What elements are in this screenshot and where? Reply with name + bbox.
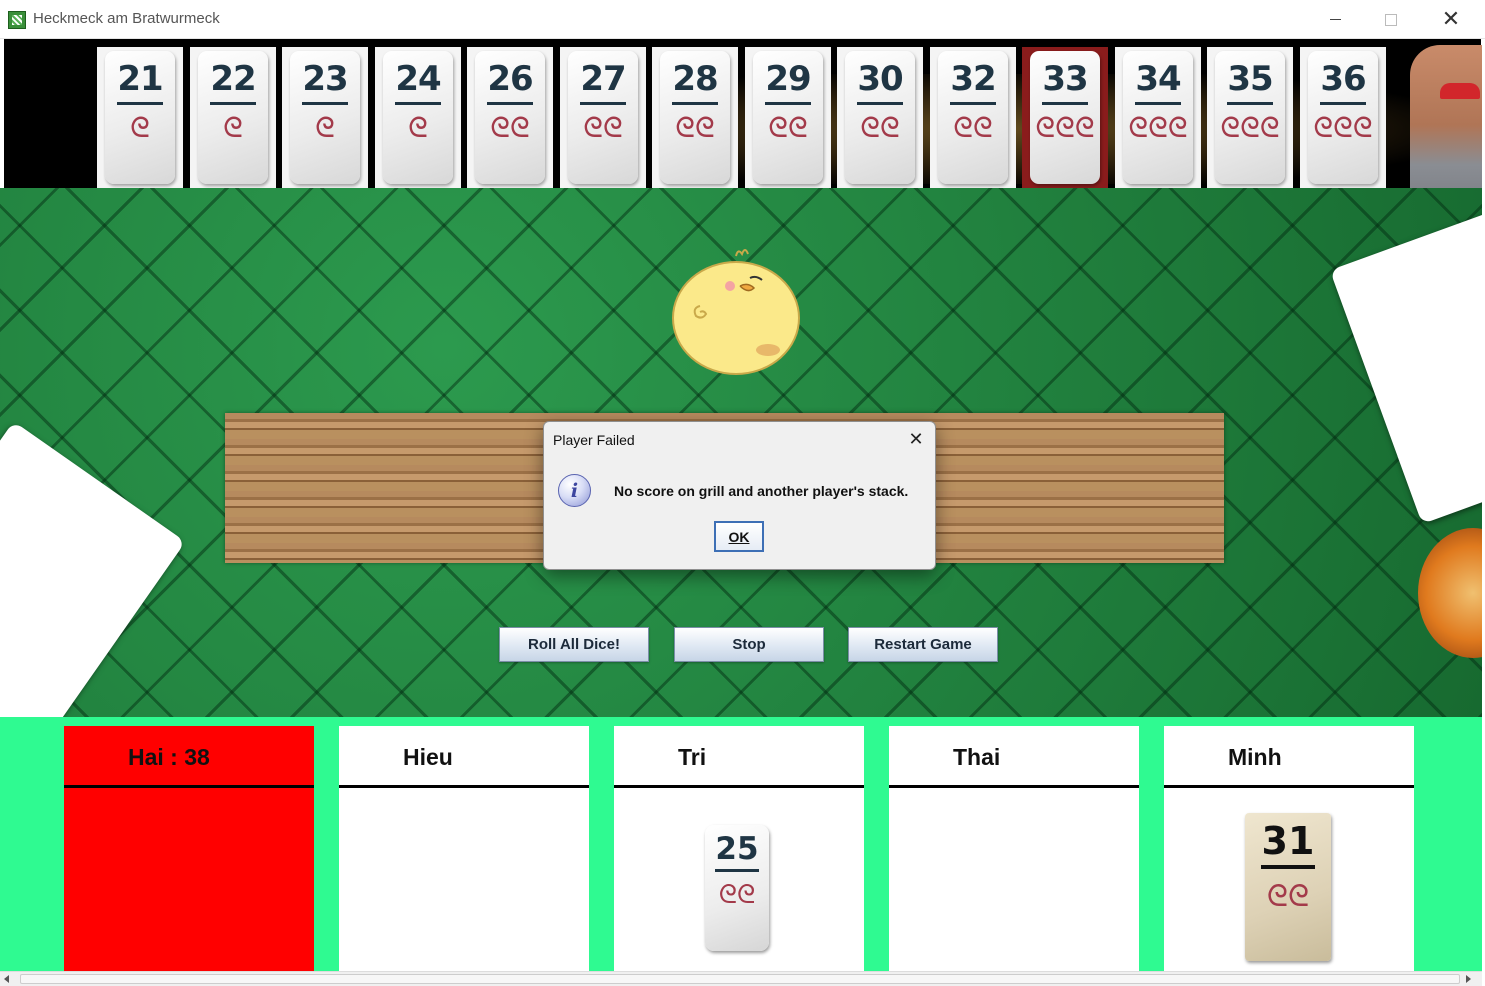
decorative-card [1329, 201, 1482, 525]
scrollbar-thumb[interactable] [20, 974, 1460, 984]
tile-number: 24 [395, 59, 441, 99]
tile-number: 33 [1042, 59, 1088, 99]
player-panel-hieu[interactable]: Hieu [339, 726, 589, 971]
dialog-title: Player Failed [553, 432, 635, 448]
worm-icon: ᘓ [223, 111, 243, 144]
worm-icon: ᘓᘓ [953, 111, 993, 144]
player-panel-thai[interactable]: Thai [889, 726, 1139, 971]
tile-number: 32 [950, 59, 996, 99]
rack-tile-35[interactable]: 35 ᘓᘓᘓ [1207, 47, 1293, 188]
player-header: Hieu [339, 726, 589, 788]
tile-number: 35 [1227, 59, 1273, 99]
worm-icon: ᘓᘓᘓ [1035, 111, 1095, 144]
rack-tile-29[interactable]: 29 ᘓᘓ [745, 47, 831, 188]
worm-icon: ᘓᘓ [768, 111, 808, 144]
player-name: Thai [953, 744, 1001, 770]
tile-number: 25 [715, 831, 759, 867]
rack-tile-33[interactable]: 33 ᘓᘓᘓ [1022, 47, 1108, 188]
players-area: Hai : 38 Hieu Tri 25 ᘓᘓ Thai Minh 31 ᘓᘓ [0, 717, 1482, 971]
ok-button-label: OK [728, 528, 750, 545]
worm-icon: ᘓ [315, 111, 335, 144]
chick-mascot-icon [672, 249, 800, 375]
worm-icon: ᘓᘓ [860, 111, 900, 144]
rack-tile-36[interactable]: 36 ᘓᘓᘓ [1300, 47, 1386, 188]
player-name: Hieu [403, 744, 453, 770]
rack-tile-26[interactable]: 26 ᘓᘓ [467, 47, 553, 188]
app-window: Heckmeck am Bratwurmeck ✕ 21 ᘓ 22 ᘓ 23 ᘓ 24… [0, 0, 1485, 986]
rack-tile-32[interactable]: 32 ᘓᘓ [930, 47, 1016, 188]
tile-number: 31 [1261, 819, 1315, 863]
worm-icon: ᘓᘓ [490, 111, 530, 144]
tile-number: 34 [1135, 59, 1181, 99]
tile-number: 26 [487, 59, 533, 99]
worm-icon: ᘓᘓ [583, 111, 623, 144]
roll-all-dice-button[interactable]: Roll All Dice! [499, 627, 649, 662]
ok-button[interactable]: OK [714, 521, 764, 552]
worm-icon: ᘓᘓ [675, 111, 715, 144]
tile-rack: 21 ᘓ 22 ᘓ 23 ᘓ 24 ᘓ 26 ᘓᘓ 27 ᘓᘓ 28 ᘓᘓ 29 ᘓᘓ 30 ᘓᘓ… [4, 39, 1481, 188]
tile-number: 28 [672, 59, 718, 99]
player-name: Tri [678, 744, 707, 770]
player-name: Minh [1228, 744, 1282, 770]
rack-tile-34[interactable]: 34 ᘓᘓᘓ [1115, 47, 1201, 188]
restart-game-button[interactable]: Restart Game [848, 627, 998, 662]
decorative-card [0, 421, 186, 717]
worm-icon: ᘓᘓᘓ [1220, 111, 1280, 144]
tile-number: 21 [117, 59, 163, 99]
rack-tile-21[interactable]: 21 ᘓ [97, 47, 183, 188]
decorative-chip [1418, 528, 1482, 658]
player-header: Hai : 38 [64, 726, 314, 788]
player-stack-tile[interactable]: 31 ᘓᘓ [1245, 813, 1331, 961]
player-name: Hai : 38 [128, 744, 210, 770]
player-failed-dialog: Player Failed ✕ i No score on grill and … [543, 421, 936, 570]
dialog-message: No score on grill and another player's s… [614, 483, 909, 499]
tile-number: 27 [580, 59, 626, 99]
rack-tile-30[interactable]: 30 ᘓᘓ [837, 47, 923, 188]
rack-tile-23[interactable]: 23 ᘓ [282, 47, 368, 188]
tile-number: 29 [765, 59, 811, 99]
stop-button[interactable]: Stop [674, 627, 824, 662]
tile-number: 23 [302, 59, 348, 99]
app-icon [8, 11, 26, 29]
player-header: Tri [614, 726, 864, 788]
info-icon: i [558, 474, 591, 507]
rack-tile-22[interactable]: 22 ᘓ [190, 47, 276, 188]
player-header: Thai [889, 726, 1139, 788]
player-stack-tile[interactable]: 25 ᘓᘓ [705, 825, 769, 951]
title-bar: Heckmeck am Bratwurmeck ✕ [0, 0, 1485, 39]
player-panel-tri[interactable]: Tri 25 ᘓᘓ [614, 726, 864, 971]
scroll-left-icon[interactable] [4, 975, 9, 983]
worm-icon: ᘓᘓᘓ [1128, 111, 1188, 144]
minimize-button[interactable] [1312, 0, 1358, 39]
scroll-right-icon[interactable] [1466, 975, 1471, 983]
window-title: Heckmeck am Bratwurmeck [33, 10, 220, 27]
horizontal-scrollbar[interactable] [0, 971, 1482, 986]
rack-tile-24[interactable]: 24 ᘓ [375, 47, 461, 188]
rack-tile-28[interactable]: 28 ᘓᘓ [652, 47, 738, 188]
tile-number: 30 [857, 59, 903, 99]
dialog-close-button[interactable]: ✕ [904, 429, 928, 451]
player-panel-hai[interactable]: Hai : 38 [64, 726, 314, 971]
worm-icon: ᘓᘓᘓ [1313, 111, 1373, 144]
tile-number: 22 [210, 59, 256, 99]
worm-icon: ᘓ [130, 111, 150, 144]
maximize-button[interactable] [1368, 0, 1414, 39]
player-panel-minh[interactable]: Minh 31 ᘓᘓ [1164, 726, 1414, 971]
window-close-button[interactable]: ✕ [1428, 0, 1474, 39]
rack-tile-27[interactable]: 27 ᘓᘓ [560, 47, 646, 188]
worm-icon: ᘓᘓ [718, 880, 756, 910]
player-header: Minh [1164, 726, 1414, 788]
tile-number: 36 [1320, 59, 1366, 99]
worm-icon: ᘓ [408, 111, 428, 144]
worm-icon: ᘓᘓ [1266, 879, 1310, 914]
